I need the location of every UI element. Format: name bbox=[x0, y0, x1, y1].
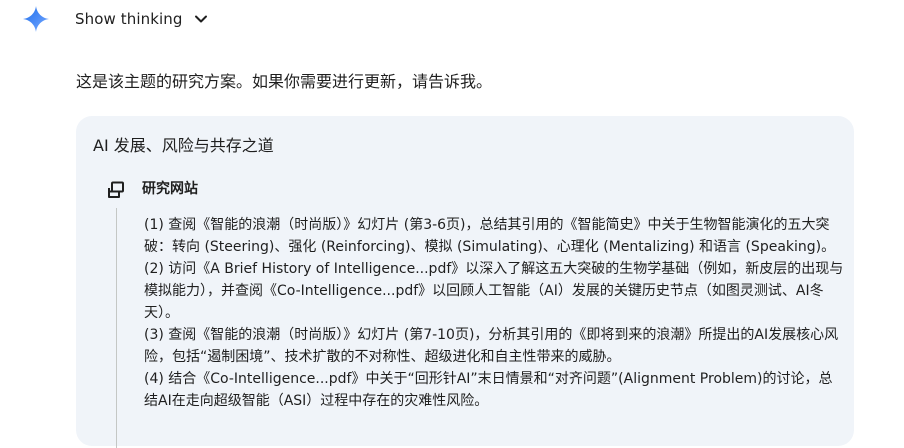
response-intro-text: 这是该主题的研究方案。如果你需要进行更新，请告诉我。 bbox=[76, 72, 493, 91]
show-thinking-toggle[interactable]: Show thinking bbox=[75, 7, 209, 31]
plan-step-3: (3) 查阅《智能的浪潮（时尚版）》幻灯片 (第7-10页)，分析其引用的《即将… bbox=[144, 327, 839, 365]
research-plan-card: AI 发展、风险与共存之道 研究网站 (1) 查阅《智能的浪潮（时尚版）》幻灯片… bbox=[76, 116, 854, 448]
steps-timeline-line bbox=[116, 208, 117, 448]
show-thinking-label: Show thinking bbox=[75, 10, 183, 28]
chevron-down-icon bbox=[194, 15, 207, 23]
plan-title: AI 发展、风险与共存之道 bbox=[93, 136, 274, 155]
plan-step-4: (4) 结合《Co-Intelligence...pdf》中关于“回形针AI”末… bbox=[144, 371, 833, 409]
gemini-sparkle-icon bbox=[23, 6, 49, 32]
plan-step-1: (1) 查阅《智能的浪潮（时尚版）》幻灯片 (第3-6页)，总结其引用的《智能简… bbox=[144, 217, 836, 255]
research-websites-icon bbox=[108, 181, 124, 198]
plan-step-2: (2) 访问《A Brief History of Intelligence..… bbox=[144, 261, 844, 321]
section-title-research-websites: 研究网站 bbox=[142, 181, 198, 197]
plan-steps-list: (1) 查阅《智能的浪潮（时尚版）》幻灯片 (第3-6页)，总结其引用的《智能简… bbox=[144, 214, 844, 412]
